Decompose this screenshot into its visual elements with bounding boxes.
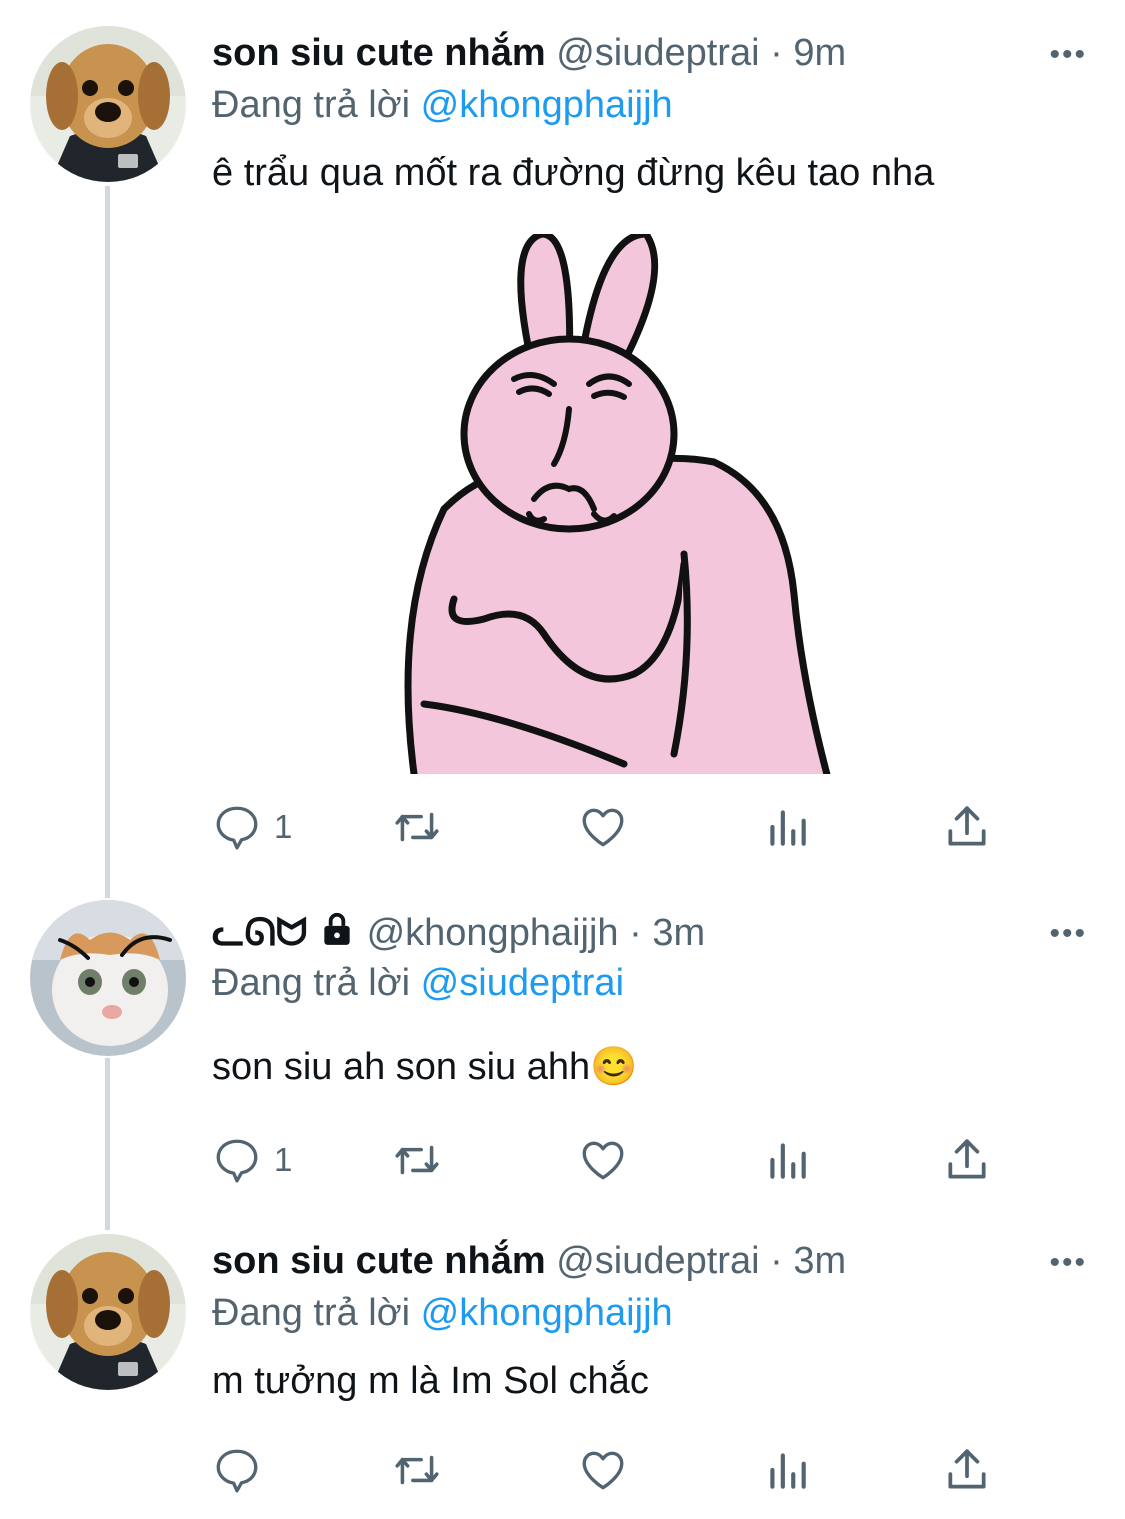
replying-prefix: Đang trả lời — [212, 84, 411, 126]
share-button[interactable] — [942, 1130, 992, 1190]
tweet-text: ê trẩu qua mốt ra đường đừng kêu tao nha — [212, 152, 935, 194]
thread-connector — [105, 1058, 110, 1230]
analytics-button[interactable] — [762, 797, 812, 857]
display-name[interactable]: son siu cute nhắm — [212, 1240, 546, 1282]
reply-count: 1 — [274, 808, 293, 845]
like-button[interactable] — [578, 1130, 628, 1190]
dog-avatar-icon — [30, 1234, 186, 1390]
share-button[interactable] — [942, 1440, 992, 1500]
tweet-text: m tưởng m là Im Sol chắc — [212, 1360, 649, 1402]
timestamp[interactable]: 9m — [793, 32, 846, 74]
separator: · — [770, 1240, 783, 1282]
separator: · — [770, 32, 783, 74]
tweet-actions: 1 — [212, 1130, 1012, 1190]
tweet-header: ᓚᘏᗢ @khongphaijjh · 3m — [212, 910, 705, 959]
like-button[interactable] — [578, 797, 628, 857]
tweet-media-image[interactable] — [384, 234, 849, 774]
reply-button[interactable]: 1 — [212, 797, 292, 857]
replying-to-mention[interactable]: @khongphaijjh — [421, 84, 673, 126]
share-icon — [948, 1139, 986, 1179]
replying-to-mention[interactable]: @siudeptrai — [421, 962, 624, 1004]
analytics-icon — [770, 1453, 806, 1489]
username[interactable]: @siudeptrai — [556, 32, 759, 74]
cat-avatar-icon — [30, 900, 186, 1056]
analytics-button[interactable] — [762, 1440, 812, 1500]
tweet-actions — [212, 1440, 1012, 1500]
retweet-icon — [395, 1145, 439, 1175]
reply-icon — [216, 806, 258, 850]
tweet-header: son siu cute nhắm @siudeptrai · 3m — [212, 1238, 846, 1284]
tweet-actions: 1 — [212, 797, 1012, 857]
avatar[interactable] — [30, 900, 186, 1056]
reply-icon — [216, 1449, 258, 1493]
retweet-icon — [395, 812, 439, 842]
more-options-icon[interactable]: ••• — [1049, 1246, 1087, 1280]
analytics-icon — [770, 810, 806, 846]
reply-button[interactable]: 1 — [212, 1130, 292, 1190]
display-name[interactable]: son siu cute nhắm — [212, 32, 546, 74]
heart-icon — [582, 1141, 624, 1180]
reply-button[interactable] — [212, 1440, 274, 1500]
heart-icon — [582, 808, 624, 847]
reply-icon — [216, 1139, 258, 1183]
reply-count: 1 — [274, 1141, 293, 1178]
more-options-icon[interactable]: ••• — [1049, 917, 1087, 951]
replying-to: Đang trả lời @siudeptrai — [212, 960, 624, 1006]
replying-to-mention[interactable]: @khongphaijjh — [421, 1292, 673, 1334]
tweet-text: son siu ah son siu ahh😊 — [212, 1046, 638, 1088]
retweet-button[interactable] — [392, 1130, 442, 1190]
username[interactable]: @khongphaijjh — [367, 912, 619, 954]
more-options-icon[interactable]: ••• — [1049, 38, 1087, 72]
share-icon — [948, 806, 986, 846]
dog-avatar-icon — [30, 26, 186, 182]
like-button[interactable] — [578, 1440, 628, 1500]
replying-to: Đang trả lời @khongphaijjh — [212, 1290, 673, 1336]
heart-icon — [582, 1451, 624, 1490]
replying-prefix: Đang trả lời — [212, 1292, 411, 1334]
retweet-button[interactable] — [392, 1440, 442, 1500]
username[interactable]: @siudeptrai — [556, 1240, 759, 1282]
retweet-icon — [395, 1455, 439, 1485]
pink-rabbit-sticker-icon — [404, 234, 831, 774]
share-button[interactable] — [942, 797, 992, 857]
retweet-button[interactable] — [392, 797, 442, 857]
share-icon — [948, 1449, 986, 1489]
thread-connector — [105, 186, 110, 898]
tweet-header: son siu cute nhắm @siudeptrai · 9m — [212, 30, 846, 76]
analytics-icon — [770, 1143, 806, 1179]
avatar[interactable] — [30, 26, 186, 182]
timestamp[interactable]: 3m — [652, 912, 705, 954]
replying-prefix: Đang trả lời — [212, 962, 411, 1004]
separator: · — [629, 912, 642, 954]
replying-to: Đang trả lời @khongphaijjh — [212, 82, 673, 128]
avatar[interactable] — [30, 1234, 186, 1390]
display-name[interactable]: ᓚᘏᗢ — [212, 912, 307, 954]
analytics-button[interactable] — [762, 1130, 812, 1190]
timestamp[interactable]: 3m — [793, 1240, 846, 1282]
lock-icon — [318, 910, 356, 959]
